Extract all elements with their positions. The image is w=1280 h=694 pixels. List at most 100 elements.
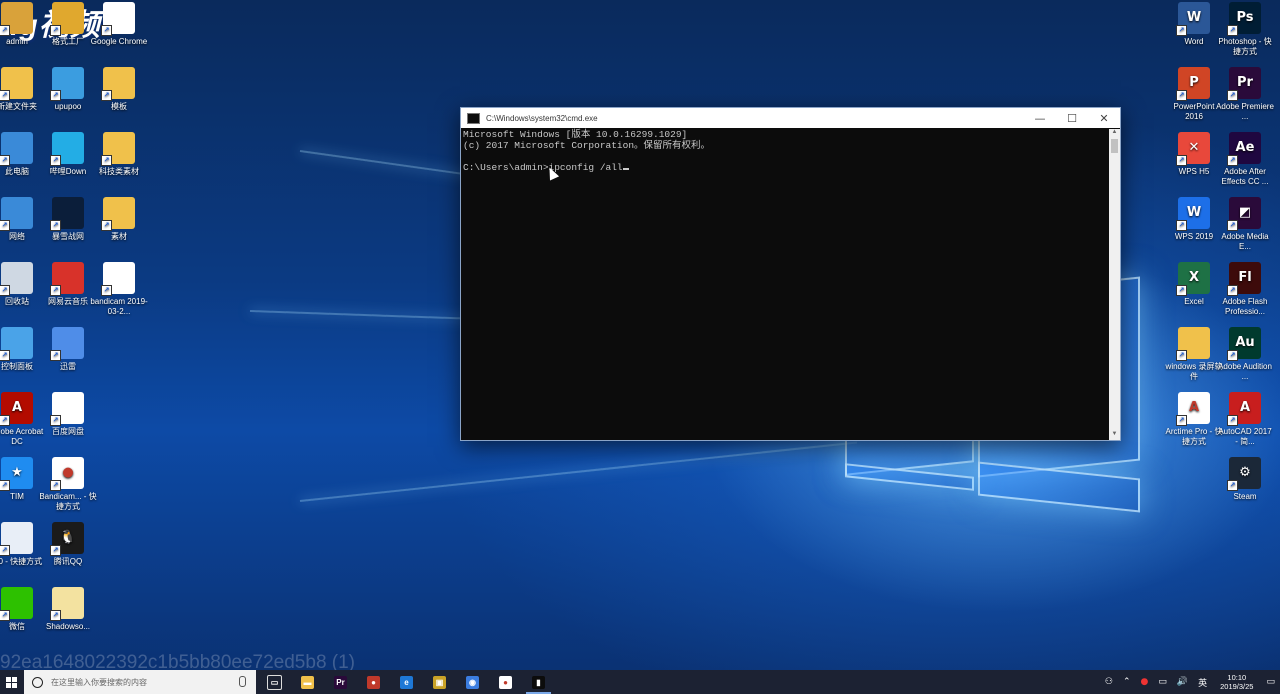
desktop-shortcut[interactable]: Au ↗ Adobe Audition ... (1216, 327, 1274, 382)
shortcut-file-icon: ↗ (0, 522, 33, 556)
desktop-shortcut[interactable]: P ↗ PowerPoint 2016 (1165, 67, 1223, 122)
shortcut-arrow-icon: ↗ (1227, 220, 1238, 231)
desktop-shortcut[interactable]: ◩ ↗ Adobe Media E... (1216, 197, 1274, 252)
desktop-shortcut[interactable]: ✕ ↗ WPS H5 (1165, 132, 1223, 177)
netease-music-icon: ↗ (50, 262, 84, 296)
desktop-shortcut[interactable]: ↗ Google Chrome (90, 2, 148, 47)
premiere-icon: Pr ↗ (1227, 67, 1261, 101)
desktop-shortcut-label: Steam (1233, 492, 1257, 501)
vertical-scrollbar[interactable]: ▲ ▼ (1109, 129, 1120, 440)
desktop-shortcut[interactable]: ↗ 百度网盘 (39, 392, 97, 437)
desktop-shortcut-label: 科技类素材 (99, 167, 139, 176)
desktop-shortcut[interactable]: ● ↗ Bandicam... - 快捷方式 (39, 457, 97, 512)
desktop-shortcut[interactable]: ↗ 网易云音乐 (39, 262, 97, 307)
folder-icon: ↗ (1176, 327, 1210, 361)
shortcut-arrow-icon: ↗ (1227, 155, 1238, 166)
taskbar-app-button[interactable]: ◉ (456, 670, 489, 694)
shortcut-arrow-icon: ↗ (1176, 285, 1187, 296)
shortcut-arrow-icon: ↗ (0, 350, 10, 361)
desktop-shortcut[interactable]: A ↗ Arctime Pro - 快捷方式 (1165, 392, 1223, 447)
minimize-button[interactable]: — (1024, 108, 1056, 128)
scroll-down-arrow-icon[interactable]: ▼ (1109, 431, 1120, 440)
shortcut-arrow-icon: ↗ (50, 415, 61, 426)
desktop-shortcut-label: 迅雷 (60, 362, 76, 371)
desktop-shortcut-label: PowerPoint 2016 (1173, 102, 1215, 121)
taskbar-app-button[interactable]: Pr (324, 670, 357, 694)
desktop-shortcut[interactable]: ↗ 暴雪战网 (39, 197, 97, 242)
taskbar-app-button[interactable]: ▭ (258, 670, 291, 694)
desktop-shortcut[interactable]: 🐧 ↗ 腾讯QQ (39, 522, 97, 567)
premiere-icon: Pr (334, 675, 347, 689)
input-method-indicator[interactable]: 英 (1198, 676, 1207, 689)
shortcut-arrow-icon: ↗ (0, 90, 10, 101)
shortcut-arrow-icon: ↗ (1176, 350, 1187, 361)
tim-icon: ★ ↗ (0, 457, 33, 491)
shortcut-arrow-icon: ↗ (1227, 285, 1238, 296)
desktop-shortcut[interactable]: Ps ↗ Photoshop - 快捷方式 (1216, 2, 1274, 57)
desktop-shortcut[interactable]: ↗ 素材 (90, 197, 148, 242)
cmd-title-bar[interactable]: C:\Windows\system32\cmd.exe — ☐ ✕ (461, 108, 1120, 128)
cmd-window[interactable]: C:\Windows\system32\cmd.exe — ☐ ✕ Micros… (460, 107, 1121, 441)
powerpoint-icon: P ↗ (1176, 67, 1210, 101)
console-prompt-line: C:\Users\admin>ipconfig /all (463, 162, 1107, 173)
taskbar-app-button[interactable]: ▮ (522, 670, 555, 694)
desktop-shortcut[interactable]: X ↗ Excel (1165, 262, 1223, 307)
show-hidden-icons-icon[interactable]: ⌃ (1123, 677, 1131, 687)
xunlei-icon: ↗ (50, 327, 84, 361)
desktop-shortcut-label: WPS 2019 (1174, 232, 1214, 241)
desktop-shortcut[interactable]: ↗ 哔哩Down (39, 132, 97, 177)
desktop-shortcut[interactable]: ↗ upupoo (39, 67, 97, 112)
desktop-shortcut-label: Shadowso... (45, 622, 91, 631)
bandicam-icon: ● ↗ (50, 457, 84, 491)
close-button[interactable]: ✕ (1088, 108, 1120, 128)
taskbar-app-button[interactable]: ● (357, 670, 390, 694)
desktop-shortcut[interactable]: ↗ 迅雷 (39, 327, 97, 372)
scroll-up-arrow-icon[interactable]: ▲ (1109, 129, 1120, 138)
arctime-icon: A ↗ (1176, 392, 1210, 426)
taskbar-apps: ▭ ▬ Pr ● e ▣ ◉ ● ▮ (258, 670, 555, 694)
volume-icon[interactable]: 🔊 (1177, 677, 1188, 687)
desktop-shortcut[interactable]: Ae ↗ Adobe After Effects CC ... (1216, 132, 1274, 187)
action-center-icon[interactable]: ▭ (1266, 677, 1275, 687)
people-icon[interactable]: ⚇ (1105, 677, 1113, 687)
shortcut-arrow-icon: ↗ (101, 285, 112, 296)
desktop-shortcut[interactable]: ↗ bandicam 2019-03-2... (90, 262, 148, 317)
desktop-shortcut[interactable]: A ↗ AutoCAD 2017 - 简... (1216, 392, 1274, 447)
system-tray: ⚇ ⌃ ● ▭ 🔊 英 10:10 2019/3/25 ▭ (1100, 670, 1280, 694)
windows-logo-icon (5, 676, 17, 688)
desktop-shortcut[interactable]: ↗ 格式工厂 (39, 2, 97, 47)
cmd-icon: ▮ (532, 675, 545, 689)
shortcut-arrow-icon: ↗ (101, 155, 112, 166)
desktop-shortcut[interactable]: ↗ Shadowso... (39, 587, 97, 632)
chrome-icon: ↗ (101, 2, 135, 36)
taskbar-app-button[interactable]: e (390, 670, 423, 694)
desktop-shortcut-label: 模板 (111, 102, 127, 111)
shortcut-arrow-icon: ↗ (50, 480, 61, 491)
network-tray-icon[interactable]: ▭ (1158, 677, 1167, 687)
clock-date: 2019/3/25 (1220, 682, 1254, 691)
taskbar-app-button[interactable]: ● (489, 670, 522, 694)
desktop-shortcut-label: Adobe Audition ... (1218, 362, 1272, 381)
desktop-shortcut[interactable]: W ↗ Word (1165, 2, 1223, 47)
file-icon: ↗ (50, 587, 84, 621)
taskbar-app-button[interactable]: ▣ (423, 670, 456, 694)
desktop-shortcut-label: upupoo (54, 102, 82, 111)
shortcut-arrow-icon: ↗ (50, 155, 61, 166)
desktop-shortcut[interactable]: ↗ 科技类素材 (90, 132, 148, 177)
scroll-thumb[interactable] (1111, 139, 1118, 153)
maximize-button[interactable]: ☐ (1056, 108, 1088, 128)
desktop-shortcut[interactable]: W ↗ WPS 2019 (1165, 197, 1223, 242)
desktop-shortcut[interactable]: ↗ windows 录屏软件 (1165, 327, 1223, 382)
taskbar-app-button[interactable]: ▬ (291, 670, 324, 694)
start-button[interactable] (0, 670, 22, 694)
desktop-shortcut[interactable]: Fl ↗ Adobe Flash Professio... (1216, 262, 1274, 317)
desktop-shortcut-label: Excel (1184, 297, 1204, 306)
shortcut-arrow-icon: ↗ (0, 545, 10, 556)
record-tray-icon[interactable]: ● (1141, 677, 1149, 687)
desktop-shortcut[interactable]: ⚙ ↗ Steam (1216, 457, 1274, 502)
desktop-shortcut[interactable]: Pr ↗ Adobe Premiere ... (1216, 67, 1274, 122)
microphone-icon[interactable] (239, 676, 246, 687)
clock[interactable]: 10:10 2019/3/25 (1220, 673, 1253, 691)
taskbar-search-box[interactable]: 在这里输入你要搜索的内容 (24, 670, 256, 694)
desktop-shortcut[interactable]: ↗ 模板 (90, 67, 148, 112)
